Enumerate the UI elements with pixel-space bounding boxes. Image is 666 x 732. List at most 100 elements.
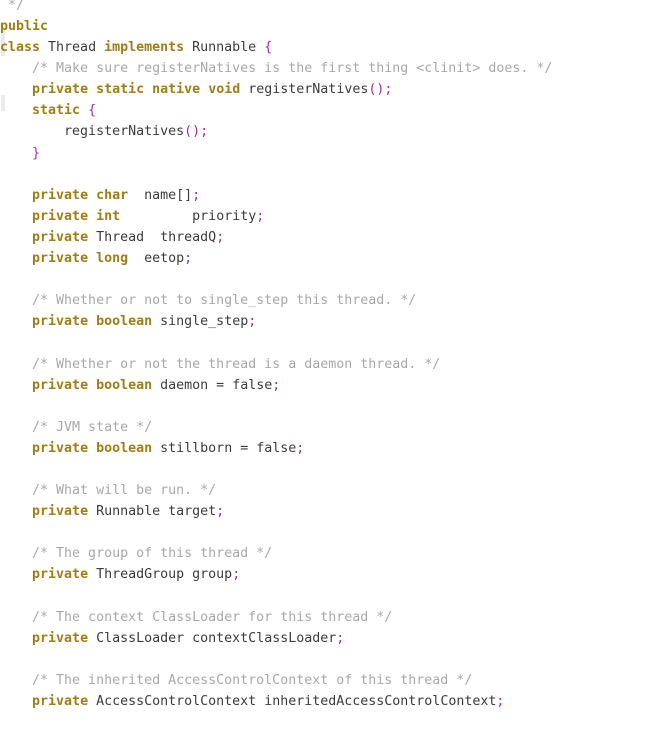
semicolon: ; bbox=[184, 251, 193, 267]
keyword-private: private bbox=[32, 187, 89, 203]
keyword-static: static bbox=[96, 82, 145, 98]
semicolon: ; bbox=[216, 229, 225, 245]
code-line: */ bbox=[0, 0, 666, 11]
keyword-private: private bbox=[32, 567, 89, 583]
keyword-boolean: boolean bbox=[96, 440, 153, 456]
semicolon: ; bbox=[248, 314, 257, 330]
keyword-long: long bbox=[96, 251, 129, 267]
comment-token: /* The context ClassLoader for this thre… bbox=[0, 609, 393, 625]
code-line: /* Whether or not to single_step this th… bbox=[0, 290, 666, 311]
semicolon: ; bbox=[192, 187, 201, 203]
type-thread: Thread bbox=[88, 229, 145, 245]
code-line: private long eetop; bbox=[0, 248, 666, 269]
comment-token: /* Whether or not the thread is a daemon… bbox=[0, 356, 441, 372]
code-line: public bbox=[0, 16, 666, 37]
keyword-private: private bbox=[32, 82, 89, 98]
semicolon: ; bbox=[232, 567, 241, 583]
keyword-implements: implements bbox=[104, 40, 185, 56]
code-line: /* Make sure registerNatives is the firs… bbox=[0, 58, 666, 79]
keyword-private: private bbox=[32, 377, 89, 393]
brace-close: } bbox=[0, 145, 41, 161]
interface-name-runnable: Runnable bbox=[184, 40, 265, 56]
code-line: private boolean single_step; bbox=[0, 311, 666, 332]
comment-token: /* The inherited AccessControlContext of… bbox=[0, 672, 473, 688]
code-line: private ThreadGroup group; bbox=[0, 564, 666, 585]
keyword-private: private bbox=[32, 251, 89, 267]
keyword-boolean: boolean bbox=[96, 377, 153, 393]
field-name-name: name[] bbox=[128, 187, 193, 203]
semicolon: ; bbox=[496, 694, 505, 709]
keyword-native: native bbox=[152, 82, 201, 98]
code-line: registerNatives(); bbox=[0, 121, 666, 142]
code-line: /* Whether or not the thread is a daemon… bbox=[0, 354, 666, 375]
semicolon: ; bbox=[216, 504, 225, 520]
parens-semicolon: (); bbox=[368, 82, 393, 98]
field-name-eetop: eetop bbox=[128, 251, 185, 267]
code-line: /* The inherited AccessControlContext of… bbox=[0, 670, 666, 691]
code-content[interactable]: */ public class Thread implements Runnable… bbox=[0, 0, 666, 712]
parens-semicolon: (); bbox=[184, 124, 209, 140]
comment-token: */ bbox=[0, 0, 25, 11]
field-decl-target: Runnable target bbox=[88, 504, 217, 520]
keyword-private: private bbox=[32, 630, 89, 646]
field-decl-contextclassloader: ClassLoader contextClassLoader bbox=[88, 630, 337, 646]
semicolon: ; bbox=[296, 440, 305, 456]
keyword-private: private bbox=[32, 208, 89, 224]
code-line: static { bbox=[0, 100, 666, 121]
keyword-private: private bbox=[32, 229, 89, 245]
field-decl-group: ThreadGroup group bbox=[88, 567, 233, 583]
keyword-private: private bbox=[32, 504, 89, 520]
code-line: private static native void registerNativ… bbox=[0, 79, 666, 100]
keyword-boolean: boolean bbox=[96, 314, 153, 330]
code-line: /* The context ClassLoader for this thre… bbox=[0, 607, 666, 628]
keyword-private: private bbox=[32, 694, 89, 709]
brace-open: { bbox=[88, 103, 97, 119]
code-editor[interactable]: */ public class Thread implements Runnable… bbox=[0, 0, 666, 732]
keyword-private: private bbox=[32, 314, 89, 330]
code-line: } bbox=[0, 143, 666, 164]
code-line: /* The group of this thread */ bbox=[0, 543, 666, 564]
code-line: private boolean daemon = false; bbox=[0, 375, 666, 396]
keyword-class: class bbox=[0, 40, 41, 56]
code-line: private Runnable target; bbox=[0, 501, 666, 522]
class-name-thread: Thread bbox=[40, 40, 105, 56]
field-name-daemon: daemon = false bbox=[152, 377, 273, 393]
field-name-priority: priority bbox=[120, 208, 257, 224]
code-line: /* What will be run. */ bbox=[0, 480, 666, 501]
code-line: private int priority; bbox=[0, 206, 666, 227]
field-name-single-step: single_step bbox=[152, 314, 249, 330]
method-name-registernatives: registerNatives bbox=[240, 82, 369, 98]
code-line: private ClassLoader contextClassLoader; bbox=[0, 628, 666, 649]
keyword-void: void bbox=[208, 82, 241, 98]
comment-token: /* JVM state */ bbox=[0, 419, 153, 435]
keyword-static: static bbox=[32, 103, 81, 119]
code-line: private boolean stillborn = false; bbox=[0, 438, 666, 459]
field-name-stillborn: stillborn = false bbox=[152, 440, 297, 456]
code-line: private Thread threadQ; bbox=[0, 227, 666, 248]
